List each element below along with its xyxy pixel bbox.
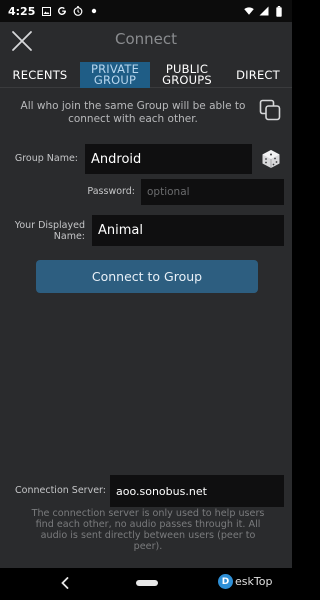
navigation-bar: D eskTop: [0, 568, 292, 600]
status-left: 4:25: [8, 5, 99, 18]
group-name-input[interactable]: [85, 144, 252, 174]
connect-to-group-button[interactable]: Connect to Group: [36, 260, 258, 293]
copy-icon[interactable]: [258, 98, 282, 122]
status-time: 4:25: [8, 4, 36, 18]
connection-server-label: Connection Server:: [15, 485, 106, 496]
status-right: [244, 5, 284, 17]
watermark-logo: D: [218, 574, 233, 589]
group-name-label: Group Name:: [14, 153, 78, 164]
tab-private-group[interactable]: PRIVATE GROUP: [80, 62, 150, 88]
signal-icon: [259, 6, 269, 16]
tab-bar: RECENTS PRIVATE GROUP PUBLIC GROUPS DIRE…: [0, 62, 292, 88]
wifi-icon: [244, 6, 254, 16]
tab-recents[interactable]: RECENTS: [0, 62, 80, 88]
connection-server-input[interactable]: [110, 475, 284, 507]
dot-icon: [89, 6, 99, 16]
displayed-name-input[interactable]: [92, 215, 284, 246]
password-input[interactable]: [141, 179, 284, 205]
header: Connect: [0, 22, 292, 60]
connect-screen: Connect RECENTS PRIVATE GROUP PUBLIC GRO…: [0, 22, 292, 568]
password-label: Password:: [87, 186, 135, 197]
home-pill[interactable]: [136, 580, 158, 586]
connection-server-note: The connection server is only used to he…: [31, 508, 265, 552]
watermark-text: eskTop: [235, 575, 273, 588]
page-title: Connect: [114, 30, 178, 48]
watermark: D eskTop: [218, 574, 272, 589]
tab-public-groups[interactable]: PUBLIC GROUPS: [150, 62, 224, 88]
dice-icon[interactable]: [261, 149, 281, 169]
image-icon: [41, 6, 51, 16]
battery-icon: [274, 5, 284, 17]
status-bar: 4:25: [0, 0, 292, 22]
group-info-text: All who join the same Group will be able…: [20, 100, 246, 125]
displayed-name-label: Your Displayed Name:: [14, 220, 85, 242]
g-icon: [57, 6, 67, 16]
back-icon[interactable]: [58, 576, 72, 590]
tab-direct[interactable]: DIRECT: [224, 62, 292, 88]
clock-icon: [73, 6, 83, 16]
